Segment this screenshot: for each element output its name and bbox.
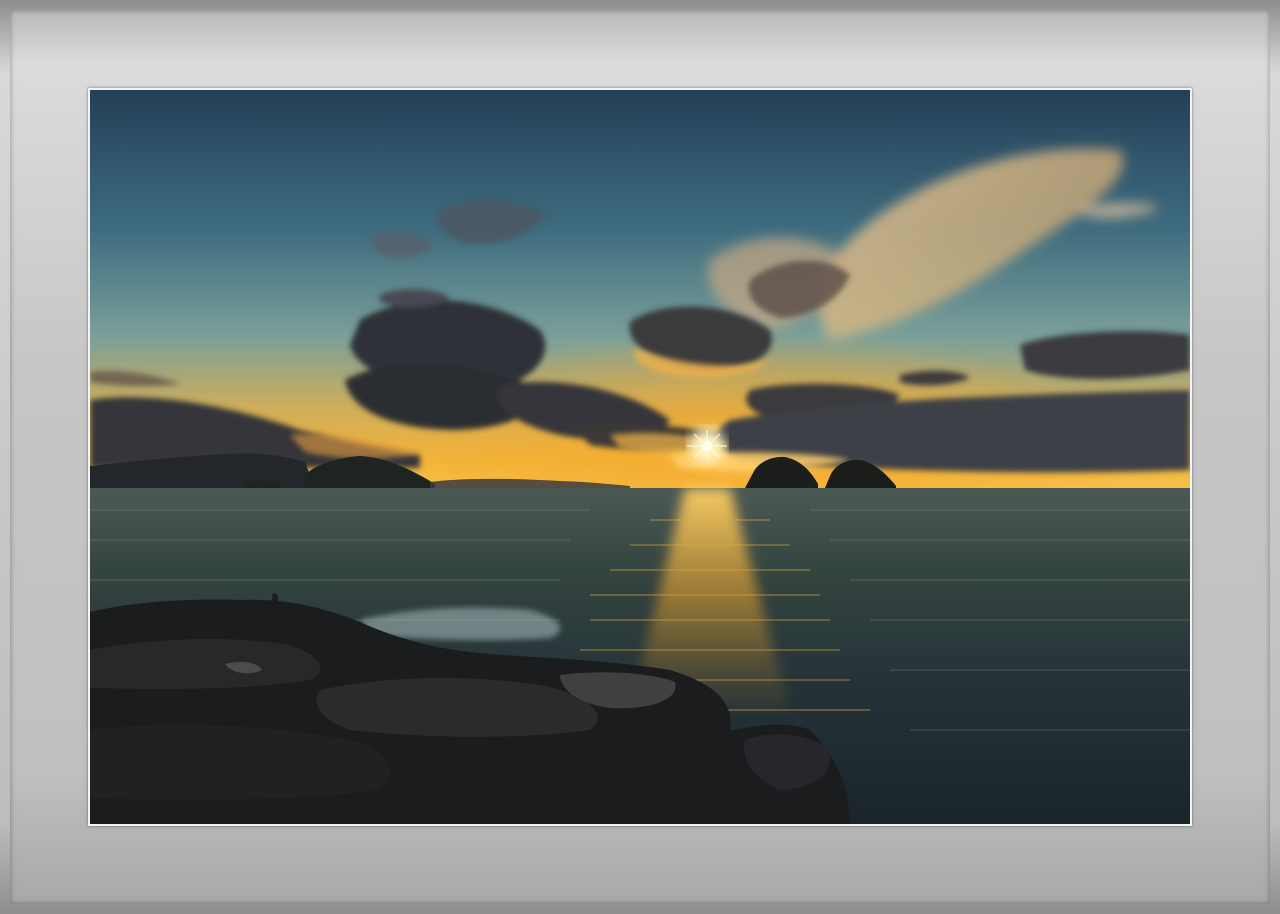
sunset-photo xyxy=(90,90,1190,824)
photo-frame xyxy=(88,88,1192,826)
